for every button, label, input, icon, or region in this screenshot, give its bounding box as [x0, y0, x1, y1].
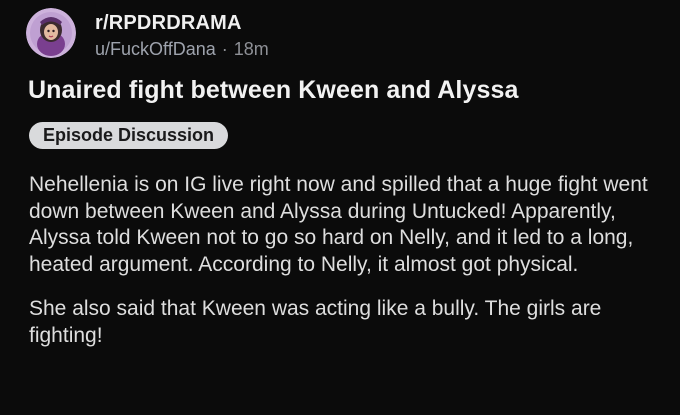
subreddit-avatar-icon[interactable] [26, 8, 76, 58]
post-header: r/RPDRDRAMA u/FuckOffDana · 18m [26, 8, 269, 61]
reddit-post: r/RPDRDRAMA u/FuckOffDana · 18m Unaired fi… [0, 0, 680, 415]
post-paragraph: Nehellenia is on IG live right now and s… [29, 173, 648, 276]
byline-separator: · [221, 39, 228, 59]
author-username[interactable]: u/FuckOffDana [95, 39, 216, 59]
post-meta: r/RPDRDRAMA u/FuckOffDana · 18m [95, 11, 269, 61]
post-paragraph: She also said that Kween was acting like… [29, 297, 602, 347]
subreddit-name[interactable]: r/RPDRDRAMA [95, 11, 269, 35]
post-byline: u/FuckOffDana · 18m [95, 37, 269, 61]
post-title[interactable]: Unaired fight between Kween and Alyssa [28, 74, 518, 106]
post-age: 18m [233, 39, 269, 59]
post-flair[interactable]: Episode Discussion [29, 122, 229, 149]
post-body: Nehellenia is on IG live right now and s… [29, 172, 669, 349]
